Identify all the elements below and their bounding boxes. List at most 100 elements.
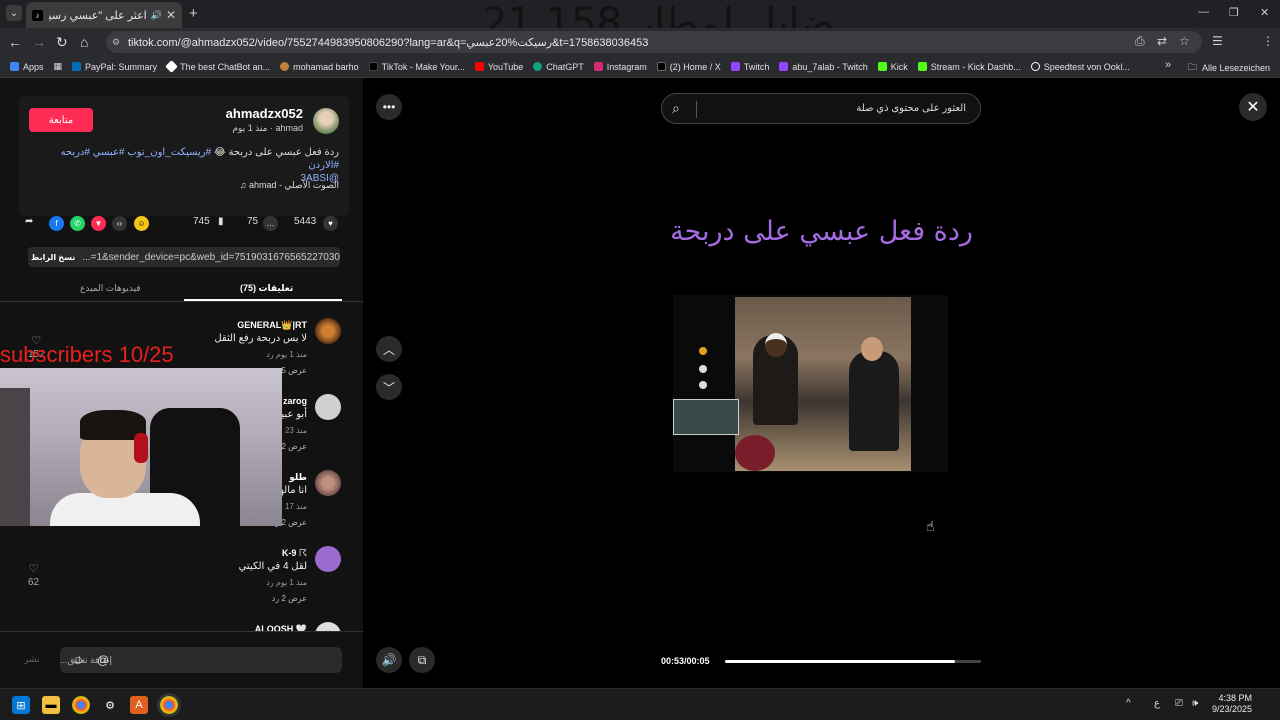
tray-overflow-icon[interactable]: ^ — [1126, 698, 1131, 709]
file-explorer-icon[interactable]: ▬ — [42, 696, 60, 714]
next-video-icon[interactable]: ﹀ — [376, 374, 402, 400]
share-link-text[interactable]: ...=1&sender_device=pc&web_id=7519031676… — [78, 252, 340, 263]
maximize-button[interactable]: ❐ — [1229, 6, 1239, 19]
follow-button[interactable]: متابعة — [29, 108, 93, 132]
comment-author[interactable]: zarog — [283, 396, 307, 406]
original-sound[interactable]: الصوت الأصلي - ahmad ♫ — [240, 180, 339, 191]
tab-title: اعثر على "عبسي رسيكت" على — [49, 9, 147, 22]
search-icon[interactable]: ⌕ — [672, 100, 680, 117]
bookmark-tiktok[interactable]: TikTok - Make Your... — [368, 62, 465, 72]
url-field[interactable]: ⚙ tiktok.com/@ahmadzx052/video/755274498… — [106, 31, 1202, 53]
share-arrow-icon[interactable]: ➦ — [25, 216, 33, 227]
taskbar-clock[interactable]: 4:38 PM 9/23/2025 — [1212, 693, 1252, 715]
heart-icon[interactable]: ♥ — [323, 216, 338, 231]
bookmark-kick[interactable]: Kick — [877, 62, 908, 72]
volume-tray-icon[interactable]: 🕪 — [1192, 698, 1198, 709]
tab-creator-videos[interactable]: فيديوهات المبدع — [80, 283, 141, 294]
speaker-icon[interactable]: 🔊 — [151, 10, 162, 21]
volume-icon[interactable]: 🔊 — [376, 647, 402, 673]
send-share-icon[interactable]: ▼ — [91, 216, 106, 231]
reload-icon[interactable]: ↻ — [56, 34, 68, 51]
comment-avatar[interactable] — [315, 546, 341, 572]
more-options-icon[interactable]: ••• — [376, 94, 402, 120]
comment-author[interactable]: GENERAL👑|RT — [237, 320, 307, 331]
bookmark-instagram[interactable]: Instagram — [593, 62, 647, 72]
bookmarks-overflow-icon[interactable]: » — [1165, 59, 1171, 71]
username[interactable]: ahmadzx052 — [226, 106, 303, 121]
site-info-icon[interactable]: ⚙ — [112, 37, 120, 48]
bookmark-mohamad[interactable]: mohamad barho — [280, 62, 359, 72]
video-progress-fill — [725, 660, 956, 663]
tab-comments[interactable]: تعليقات (75) — [240, 283, 293, 294]
copy-link-button[interactable]: نسخ الرابط — [28, 253, 78, 262]
bookmark-kick-dashboard[interactable]: Stream - Kick Dashb... — [917, 62, 1021, 72]
tab-search-button[interactable]: ⌄ — [6, 5, 22, 21]
translate-icon[interactable]: ⇄ — [1157, 34, 1167, 48]
app-icon[interactable]: A — [130, 696, 148, 714]
mention-icon[interactable]: @ — [97, 653, 109, 667]
chatbot-icon — [165, 60, 178, 73]
home-icon[interactable]: ⌂ — [80, 34, 88, 50]
x-icon — [656, 62, 666, 71]
minimize-button[interactable]: — — [1198, 6, 1209, 18]
comment-bubble-icon[interactable]: … — [263, 216, 278, 231]
facebook-share-icon[interactable]: f — [49, 216, 64, 231]
browser-tab-bar: ⌄ ♪ اعثر على "عبسي رسيكت" على 🔊 ✕ + ضايل… — [0, 0, 1280, 46]
comment-author[interactable]: K-9 ☈ — [282, 548, 307, 559]
related-search-input[interactable]: العثور على محتوى ذي صلة ⌕ — [661, 93, 981, 124]
whatsapp-share-icon[interactable]: ✆ — [70, 216, 85, 231]
bookmark-icon[interactable]: ▮ — [218, 216, 224, 227]
chrome-icon[interactable] — [72, 696, 90, 714]
browser-menu-icon[interactable]: ⋮ — [1262, 34, 1274, 48]
tab-close-icon[interactable]: ✕ — [166, 8, 176, 22]
bookmark-paypal[interactable]: PayPal: Summary — [72, 62, 157, 72]
comment-meta: منذ 1 يوم رد — [266, 578, 307, 587]
embed-icon[interactable]: ‹› — [112, 216, 127, 231]
bookmark-x[interactable]: (2) Home / X — [656, 62, 721, 72]
grid-icon: ▦ — [53, 61, 63, 71]
video-progress-bar[interactable] — [725, 660, 981, 663]
bookmark-grid[interactable]: ▦ — [54, 61, 63, 72]
comment-composer: نشر إضافة تعليق... ☺ @ — [0, 631, 363, 688]
comment-avatar[interactable] — [315, 394, 341, 420]
back-icon[interactable]: ← — [8, 34, 22, 50]
picture-in-picture-icon[interactable]: ⧉ — [409, 647, 435, 673]
forward-icon[interactable]: → — [32, 34, 46, 50]
all-bookmarks[interactable]: 🗀 Alle Lesezeichen — [1188, 60, 1270, 76]
network-icon[interactable]: ⎚ — [1175, 698, 1183, 709]
bookmark-chatgpt[interactable]: ChatGPT — [533, 62, 584, 72]
previous-video-icon[interactable]: ︿ — [376, 336, 402, 362]
install-app-icon[interactable]: ⎙ — [1135, 34, 1145, 49]
comment-avatar[interactable] — [315, 470, 341, 496]
bookmark-chatbot[interactable]: The best ChatBot an... — [165, 60, 270, 73]
emoji-icon[interactable]: ☺ — [72, 653, 84, 667]
comment-avatar[interactable] — [315, 318, 341, 344]
emoji-share-icon[interactable]: ☺ — [134, 216, 149, 231]
new-tab-button[interactable]: + — [189, 5, 198, 22]
post-comment-button[interactable]: نشر — [24, 654, 40, 665]
reading-list-icon[interactable]: ☰ — [1212, 34, 1223, 48]
bookmark-speedtest[interactable]: Speedtest von Ookl... — [1030, 62, 1130, 72]
chrome-active-icon[interactable] — [160, 696, 178, 714]
author-avatar[interactable] — [313, 108, 339, 134]
windows-start-icon[interactable]: ⊞ — [12, 696, 30, 714]
bookmark-abu7alab[interactable]: abu_7alab - Twitch — [779, 62, 868, 72]
comment-author[interactable]: طلو — [289, 472, 307, 483]
youtube-icon — [474, 62, 484, 71]
window-close-button[interactable]: ✕ — [1260, 6, 1269, 19]
input-language[interactable]: ع — [1154, 698, 1160, 709]
steam-icon[interactable]: ⚙ — [101, 696, 119, 714]
video-player[interactable]: العثور على محتوى ذي صلة ⌕ ردة فعل عبسي ع… — [651, 78, 992, 688]
close-icon[interactable]: ✕ — [1239, 93, 1267, 121]
view-replies[interactable]: عرض 2 — [281, 442, 307, 451]
bookmark-twitch[interactable]: Twitch — [730, 62, 769, 72]
browser-tab[interactable]: ♪ اعثر على "عبسي رسيكت" على 🔊 ✕ — [26, 2, 182, 28]
bookmark-apps[interactable]: Apps — [10, 62, 44, 72]
bookmark-star-icon[interactable]: ☆ — [1179, 34, 1190, 48]
search-divider — [696, 101, 697, 118]
address-bar-row: ← → ↻ ⌂ ⚙ tiktok.com/@ahmadzx052/video/7… — [0, 28, 1280, 78]
comment-like[interactable]: ♡ 62 — [28, 562, 39, 588]
inset-video — [673, 399, 739, 435]
view-replies[interactable]: عرض 2 رد — [272, 594, 307, 603]
bookmark-youtube[interactable]: YouTube — [474, 62, 523, 72]
